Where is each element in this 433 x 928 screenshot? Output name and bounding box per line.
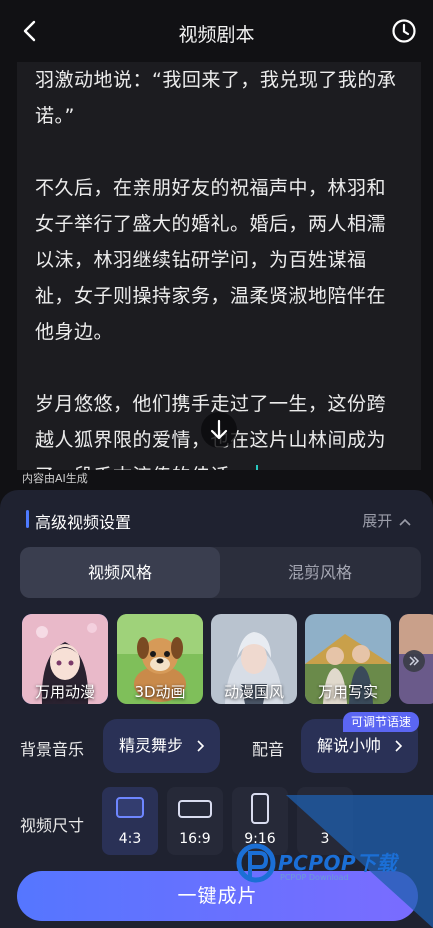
style-card-realistic[interactable]: 万用写实 [305,614,391,704]
clock-icon[interactable] [391,18,417,44]
chevron-right-icon [395,740,403,752]
top-bar: 视频剧本 [0,0,433,62]
watermark: PCPOP下载 PCPOP Download [236,795,433,928]
size-option-4-3[interactable]: 4:3 [102,787,158,855]
style-carousel: 万用动漫 3D动画 动漫国风 万用写实 [22,614,433,704]
section-title: 高级视频设置 [35,513,132,532]
size-option-label: 4:3 [118,831,142,847]
script-paragraph: 羽激动地说：“我回来了，我兑现了我的承诺。” [35,69,397,127]
style-card-anime[interactable]: 万用动漫 [22,614,108,704]
style-label: 动漫国风 [223,683,284,701]
style-tabs: 视频风格 混剪风格 [20,547,421,598]
section-accent-bar [26,510,29,528]
ratio-shape [178,800,212,818]
style-label: 万用写实 [317,683,378,701]
bgm-value: 精灵舞步 [119,736,184,755]
bgm-selector[interactable]: 精灵舞步 [103,719,220,773]
text-caret [255,464,258,470]
style-card-guofeng[interactable]: 动漫国风 [211,614,297,704]
page-title: 视频剧本 [178,24,255,46]
tab-video-style[interactable]: 视频风格 [20,547,220,598]
style-card-3d[interactable]: 3D动画 [117,614,203,704]
tab-mix-style[interactable]: 混剪风格 [220,547,420,598]
script-text-area[interactable]: 羽激动地说：“我回来了，我兑现了我的承诺。” 不久后，在亲朋好友的祝福声中，林羽… [17,62,421,470]
expand-button[interactable]: 展开 [362,510,411,531]
pcpop-logo-icon [236,843,276,883]
size-option-16-9[interactable]: 16:9 [167,787,223,855]
style-label: 3D动画 [134,683,186,701]
size-option-label: 16:9 [179,831,211,847]
arrow-down-icon [210,419,228,440]
size-label: 视频尺寸 [20,816,85,835]
script-paragraph: 不久后，在亲朋好友的祝福声中，林羽和女子举行了盛大的婚礼。婚后，两人相濡以沫，林… [35,177,387,343]
scroll-down-button[interactable] [201,412,237,448]
voice-value: 解说小帅 [317,736,382,755]
chevron-right-icon [197,740,205,752]
style-label: 万用动漫 [34,683,95,701]
more-styles-button[interactable] [403,650,425,672]
watermark-subtext: PCPOP Download [280,873,349,882]
ai-generated-note: 内容由AI生成 [22,472,88,485]
chevron-up-icon [399,518,411,526]
bgm-label: 背景音乐 [20,740,85,759]
ratio-shape [116,797,144,818]
double-chevron-right-icon [409,656,420,666]
voice-label: 配音 [252,740,285,759]
speed-badge: 可调节语速 [343,712,420,732]
watermark-text: PCPOP下载 [278,851,398,875]
